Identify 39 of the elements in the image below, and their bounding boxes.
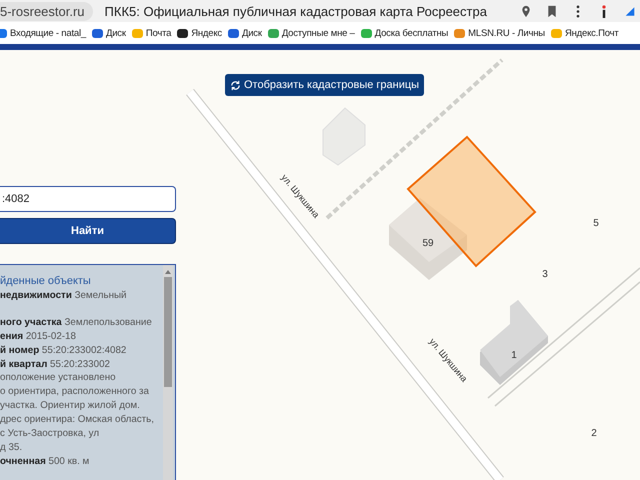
cadastral-borders-button[interactable]: Отобразить кадастровые границы [225,74,424,96]
search-field[interactable]: :4082 [0,186,176,212]
bookmark-item[interactable]: Диск [228,28,262,38]
results-heading: йденные объекты [0,275,92,289]
property-info-line: оположение установлено [0,371,117,386]
address-domain[interactable]: 5-rosreestor.ru [0,2,93,20]
refresh-icon [230,80,241,90]
bookmark-item[interactable]: Яндекс.Почт [550,28,619,38]
bookmark-item[interactable]: Почта [132,28,172,38]
property-info-line: дрес ориентира: Омская область, [0,413,155,428]
house-number: 3 [542,269,548,280]
property-info-line: очненная 500 кв. м [0,454,90,469]
property-info-line: д 35. [0,440,24,455]
property-info-line: о ориентира, расположенного за [0,385,150,400]
house-number: 1 [511,350,517,361]
property-info-line: участка. Ориентир жилой дом. [0,399,141,414]
building [322,107,366,166]
property-info-line: ения 2015-02-18 [0,330,77,344]
property-info-line: ного участка Землепользование [0,316,153,330]
property-info-line: недвижимости Земельный [0,288,128,303]
bookmark-item[interactable]: Диск [92,28,126,38]
property-info-line: с Усть-Заостровка, ул [0,427,100,441]
location-pin-icon[interactable] [520,4,532,18]
house-number: 59 [422,238,434,249]
bookmark-item[interactable]: MLSN.RU - Личны [454,28,545,38]
house-number: 2 [591,428,597,439]
house-number: 5 [593,218,599,229]
bookmark-item[interactable]: Доступные мне – [268,28,355,38]
scrollbar[interactable] [163,265,173,480]
bookmark-item[interactable]: Доска бесплатны [360,28,448,38]
extension-icon[interactable] [624,4,636,18]
scrollbar-thumb[interactable] [164,277,172,387]
property-info-line: й квартал 55:20:233002 [0,358,111,372]
property-info-line: й номер 55:20:233002:4082 [0,344,128,358]
find-button[interactable]: Найти [0,218,176,244]
bookmark-icon[interactable] [546,4,558,18]
page-title: ПКК5: Официальная публичная кадастровая карта Росреестра [104,4,488,18]
bookmark-item[interactable]: Яндекс [177,28,222,38]
bookmark-item[interactable]: Входящие - natal_ [0,28,86,38]
